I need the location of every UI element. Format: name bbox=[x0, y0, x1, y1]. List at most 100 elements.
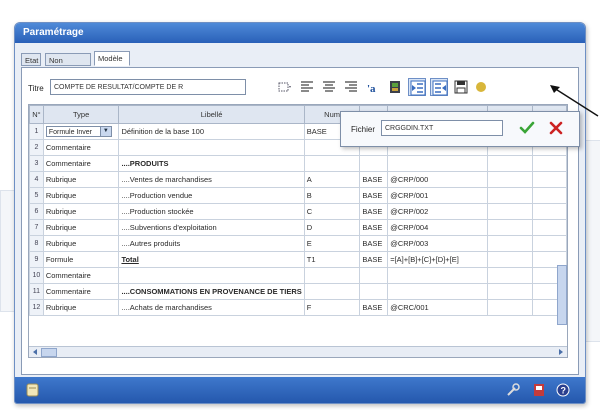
libelle-cell[interactable]: ....Autres produits bbox=[118, 235, 305, 252]
empty-cell[interactable] bbox=[532, 235, 567, 252]
tab-non-affectes[interactable]: Non affectés bbox=[45, 53, 91, 78]
apply-icon[interactable] bbox=[472, 78, 490, 96]
formula-cell[interactable]: @CRP/004 bbox=[387, 219, 489, 236]
formula-cell[interactable] bbox=[387, 283, 489, 300]
grid-menu-icon[interactable] bbox=[276, 78, 294, 96]
formula-cell[interactable]: @CRC/001 bbox=[387, 299, 489, 316]
type-cell[interactable]: Formule bbox=[42, 251, 120, 268]
table-row[interactable]: 11 Commentaire ....CONSOMMATIONS EN PROVEN… bbox=[29, 283, 567, 300]
scroll-right-icon[interactable] bbox=[557, 348, 565, 356]
formula-cell[interactable]: @CRP/001 bbox=[387, 187, 489, 204]
table-row[interactable]: 9 Formule Total T1 BASE =[A]+[B]+[C]+[D]+[E] bbox=[29, 251, 567, 268]
type-cell[interactable]: Rubrique bbox=[42, 203, 120, 220]
delete-icon[interactable] bbox=[531, 382, 547, 398]
type-cell[interactable]: Formule Inver ▼ bbox=[42, 123, 120, 140]
libelle-cell[interactable]: ....Ventes de marchandises bbox=[118, 171, 305, 188]
align-right-icon[interactable] bbox=[342, 78, 360, 96]
num-cell[interactable]: A bbox=[303, 171, 361, 188]
indent-out-icon[interactable] bbox=[430, 78, 448, 96]
table-row[interactable]: 3 Commentaire ....PRODUITS bbox=[29, 155, 567, 172]
empty-cell[interactable] bbox=[532, 155, 567, 172]
type-cell[interactable]: Rubrique bbox=[42, 171, 120, 188]
table-row[interactable]: 5 Rubrique ....Production vendue B BASE @CRP/… bbox=[29, 187, 567, 204]
fichier-input[interactable]: CRGGDIN.TXT bbox=[381, 120, 503, 136]
notes-icon[interactable] bbox=[25, 382, 41, 398]
num-cell[interactable]: T1 bbox=[303, 251, 361, 268]
scroll-left-icon[interactable] bbox=[31, 348, 39, 356]
libelle-cell[interactable]: ....Achats de marchandises bbox=[118, 299, 305, 316]
libelle-cell[interactable]: ....Production vendue bbox=[118, 187, 305, 204]
type-cell[interactable]: Commentaire bbox=[42, 155, 120, 172]
tools-icon[interactable] bbox=[505, 382, 521, 398]
libelle-cell[interactable]: ....CONSOMMATIONS EN PROVENANCE DE TIERS bbox=[118, 283, 305, 300]
num-cell[interactable] bbox=[303, 155, 361, 172]
base-cell[interactable]: BASE bbox=[359, 219, 389, 236]
type-cell[interactable]: Rubrique bbox=[42, 187, 120, 204]
libelle-cell[interactable]: ....PRODUITS bbox=[118, 155, 305, 172]
num-cell[interactable] bbox=[303, 267, 361, 284]
base-cell[interactable]: BASE bbox=[359, 251, 389, 268]
formula-cell[interactable]: @CRP/003 bbox=[387, 235, 489, 252]
libelle-cell[interactable] bbox=[118, 139, 305, 156]
title-bar[interactable]: Paramétrage bbox=[15, 23, 585, 43]
base-cell[interactable]: BASE bbox=[359, 187, 389, 204]
chevron-down-icon[interactable]: ▼ bbox=[99, 127, 111, 136]
base-cell[interactable]: BASE bbox=[359, 171, 389, 188]
extra-cell[interactable] bbox=[487, 267, 534, 284]
extra-cell[interactable] bbox=[487, 155, 534, 172]
base-cell[interactable]: BASE bbox=[359, 203, 389, 220]
formula-cell[interactable]: @CRP/002 bbox=[387, 203, 489, 220]
base-cell[interactable]: BASE bbox=[359, 299, 389, 316]
titre-input[interactable]: COMPTE DE RESULTAT/COMPTE DE R bbox=[50, 79, 246, 95]
num-cell[interactable]: C bbox=[303, 203, 361, 220]
table-row[interactable]: 8 Rubrique ....Autres produits E BASE @CRP/00… bbox=[29, 235, 567, 252]
type-cell[interactable]: Rubrique bbox=[42, 219, 120, 236]
libelle-cell[interactable]: Définition de la base 100 bbox=[118, 123, 305, 140]
table-row[interactable]: 7 Rubrique ....Subventions d'exploitation D… bbox=[29, 219, 567, 236]
col-header-libelle[interactable]: Libellé bbox=[118, 105, 305, 124]
type-cell[interactable]: Rubrique bbox=[42, 235, 120, 252]
extra-cell[interactable] bbox=[487, 171, 534, 188]
libelle-cell[interactable]: Total bbox=[118, 251, 305, 268]
close-icon[interactable] bbox=[548, 120, 564, 136]
type-cell[interactable]: Commentaire bbox=[42, 267, 120, 284]
extra-cell[interactable] bbox=[487, 283, 534, 300]
horizontal-scroll-thumb[interactable] bbox=[41, 348, 57, 357]
type-cell[interactable]: Commentaire bbox=[42, 283, 120, 300]
formula-cell[interactable] bbox=[387, 267, 489, 284]
type-cell[interactable]: Commentaire bbox=[42, 139, 120, 156]
save-icon[interactable] bbox=[452, 78, 470, 96]
num-cell[interactable] bbox=[303, 283, 361, 300]
formula-cell[interactable]: @CRP/000 bbox=[387, 171, 489, 188]
empty-cell[interactable] bbox=[532, 203, 567, 220]
extra-cell[interactable] bbox=[487, 251, 534, 268]
table-row[interactable]: 12 Rubrique ....Achats de marchandises F BAS… bbox=[29, 299, 567, 316]
col-header-type[interactable]: Type bbox=[42, 105, 120, 124]
table-row[interactable]: 4 Rubrique ....Ventes de marchandises A BASE… bbox=[29, 171, 567, 188]
libelle-cell[interactable]: ....Subventions d'exploitation bbox=[118, 219, 305, 236]
num-cell[interactable]: E bbox=[303, 235, 361, 252]
formula-cell[interactable] bbox=[387, 155, 489, 172]
tab-etat[interactable]: Etat bbox=[21, 53, 41, 66]
formula-cell[interactable]: =[A]+[B]+[C]+[D]+[E] bbox=[387, 251, 489, 268]
num-cell[interactable]: F bbox=[303, 299, 361, 316]
extra-cell[interactable] bbox=[487, 299, 534, 316]
extra-cell[interactable] bbox=[487, 187, 534, 204]
align-center-icon[interactable] bbox=[320, 78, 338, 96]
type-select[interactable]: Formule Inver ▼ bbox=[45, 126, 112, 137]
base-cell[interactable] bbox=[359, 283, 389, 300]
base-cell[interactable] bbox=[359, 267, 389, 284]
help-icon[interactable]: ? bbox=[555, 382, 571, 398]
tab-modele[interactable]: Modèle bbox=[94, 51, 130, 66]
base-cell[interactable] bbox=[359, 155, 389, 172]
color-book-icon[interactable] bbox=[386, 78, 404, 96]
extra-cell[interactable] bbox=[487, 219, 534, 236]
base-cell[interactable]: BASE bbox=[359, 235, 389, 252]
align-left-icon[interactable] bbox=[298, 78, 316, 96]
table-row[interactable]: 6 Rubrique ....Production stockée C BASE @CRP… bbox=[29, 203, 567, 220]
vertical-scrollbar[interactable] bbox=[557, 265, 567, 325]
checkmark-icon[interactable] bbox=[519, 120, 535, 136]
table-row[interactable]: 10 Commentaire bbox=[29, 267, 567, 284]
libelle-cell[interactable]: ....Production stockée bbox=[118, 203, 305, 220]
empty-cell[interactable] bbox=[532, 187, 567, 204]
